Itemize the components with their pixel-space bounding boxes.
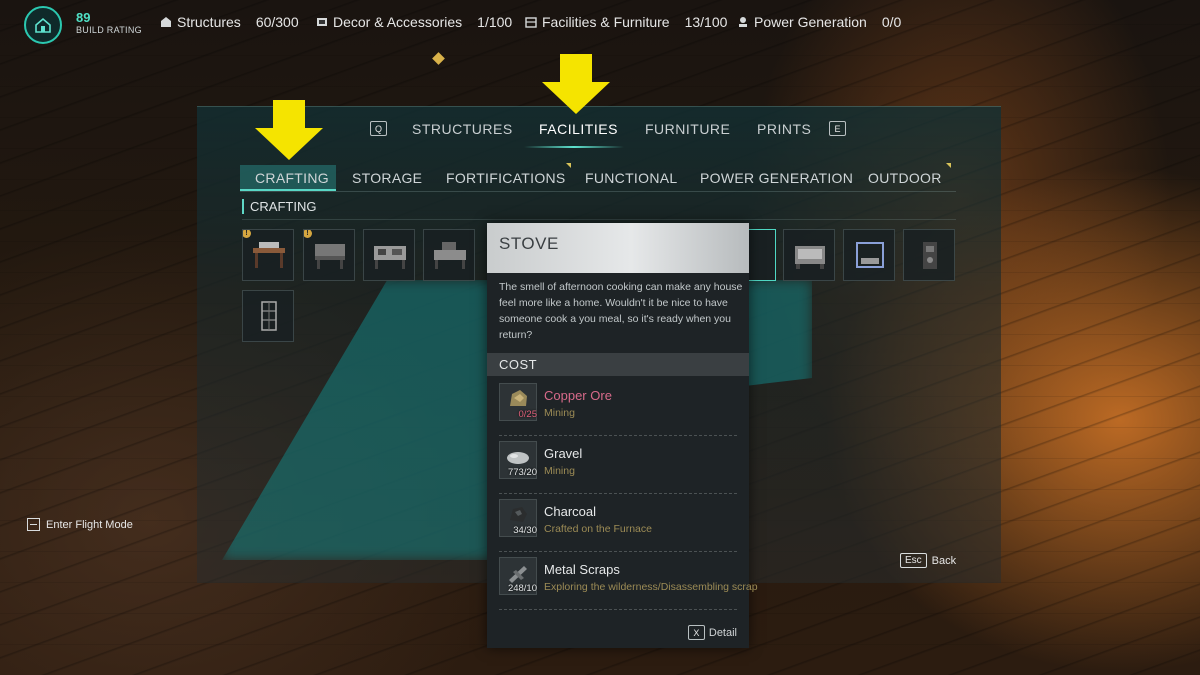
cost-source: Crafted on the Furnace [544,523,652,535]
stat-label: Power Generation [754,14,867,30]
decor-stat: Decor & Accessories 1/100 [316,14,512,30]
item-slot-crafting-table[interactable]: ! [303,229,355,281]
section-title: CRAFTING [242,199,316,214]
decor-icon [317,18,327,26]
tooltip-header: STOVE [487,223,749,273]
facilities-icon [525,17,537,28]
frame-icon [856,242,884,268]
facilities-stat: Facilities & Furniture 13/100 [525,14,727,30]
tooltip-title: STOVE [499,234,559,253]
loom-icon [795,246,825,269]
top-hud: 89 BUILD RATING Structures 60/300 Decor … [0,0,1200,46]
cost-name: Metal Scraps [544,562,620,577]
tab-prints[interactable]: PRINTS [757,121,811,137]
subtab-divider [240,191,956,192]
item-slot-workbench[interactable]: ! [242,229,294,281]
detail-key: X [687,625,705,640]
flight-mode-label: Enter Flight Mode [46,518,133,531]
new-indicator-icon [946,163,951,168]
stat-value: 60/300 [255,14,299,30]
cost-name: Copper Ore [544,388,612,403]
build-rating-value: 89 [76,10,91,25]
section-divider [242,219,956,220]
next-tab-key[interactable]: E [829,121,846,136]
back-hint[interactable]: Esc Back [900,553,956,568]
subtab-power-generation[interactable]: POWER GENERATION [700,170,853,186]
cost-row-gravel: 773/20 Gravel Mining [499,437,737,494]
item-slot-loom[interactable] [783,229,835,281]
subtab-functional[interactable]: FUNCTIONAL [585,170,677,186]
power-icon [739,17,747,27]
crafting-table-icon [315,244,345,269]
structures-stat: Structures 60/300 [160,14,299,30]
back-label: Back [931,554,957,567]
stat-label: Structures [177,14,241,30]
structure-icon [161,17,171,27]
item-tooltip: STOVE The smell of afternoon cooking can… [487,223,758,648]
subtab-fortifications[interactable]: FORTIFICATIONS [446,170,566,186]
cost-name: Gravel [544,446,583,461]
esc-key: Esc [900,553,927,568]
tab-structures[interactable]: STRUCTURES [412,121,513,137]
new-indicator-icon [566,163,571,168]
generator-icon [923,242,937,269]
minus-key-icon [27,518,40,531]
item-slot-generator[interactable] [903,229,955,281]
item-slot-electronics-bench[interactable] [423,229,475,281]
active-tab-indicator [524,146,624,148]
prev-tab-key[interactable]: Q [370,121,387,136]
cost-source: Exploring the wilderness/Disassembling s… [544,581,758,593]
subtab-storage[interactable]: STORAGE [352,170,422,186]
waypoint-marker-icon [432,52,445,65]
down-arrow-icon [255,100,323,160]
stat-value: 1/100 [477,14,513,30]
alert-icon: ! [243,230,251,238]
build-rating-icon [24,6,62,44]
subtab-outdoor[interactable]: OUTDOOR [868,170,942,186]
flight-mode-hint[interactable]: Enter Flight Mode [27,518,133,531]
build-rating-label: BUILD RATING [76,25,142,35]
subtab-crafting[interactable]: CRAFTING [255,170,329,186]
cost-source: Mining [544,407,575,419]
stat-value: 13/100 [684,14,728,30]
stat-value: 0/0 [881,14,902,30]
tooltip-description: The smell of afternoon cooking can make … [499,281,743,341]
rack-icon [261,301,277,331]
tab-furniture[interactable]: FURNITURE [645,121,730,137]
item-slot-rack[interactable] [242,290,294,342]
down-arrow-icon [542,54,610,114]
stat-label: Facilities & Furniture [542,14,670,30]
cost-label: COST [499,357,538,372]
tab-facilities[interactable]: FACILITIES [539,121,618,137]
cost-count: 34/30 [513,525,537,536]
item-slot-frame[interactable] [843,229,895,281]
cost-row-charcoal: 34/30 Charcoal Crafted on the Furnace [499,495,737,552]
cost-row-metal-scraps: 248/10 Metal Scraps Exploring the wilder… [499,553,758,610]
cost-count: 773/20 [507,467,537,478]
cost-count: 0/25 [518,409,538,420]
alert-icon: ! [304,230,312,238]
power-stat: Power Generation 0/0 [737,14,901,30]
item-slot-machine-bench[interactable] [363,229,415,281]
detail-label: Detail [708,626,737,639]
cost-row-copper-ore: 0/25 Copper Ore Mining [499,379,737,436]
cost-count: 248/10 [507,583,537,594]
workbench-icon [253,242,285,268]
machine-bench-icon [374,246,406,269]
detail-hint[interactable]: X Detail [687,625,737,640]
cost-header: COST [487,353,749,376]
cost-source: Mining [544,465,575,477]
electronics-bench-icon [434,242,466,269]
cost-name: Charcoal [544,504,597,519]
stat-label: Decor & Accessories [333,14,463,30]
